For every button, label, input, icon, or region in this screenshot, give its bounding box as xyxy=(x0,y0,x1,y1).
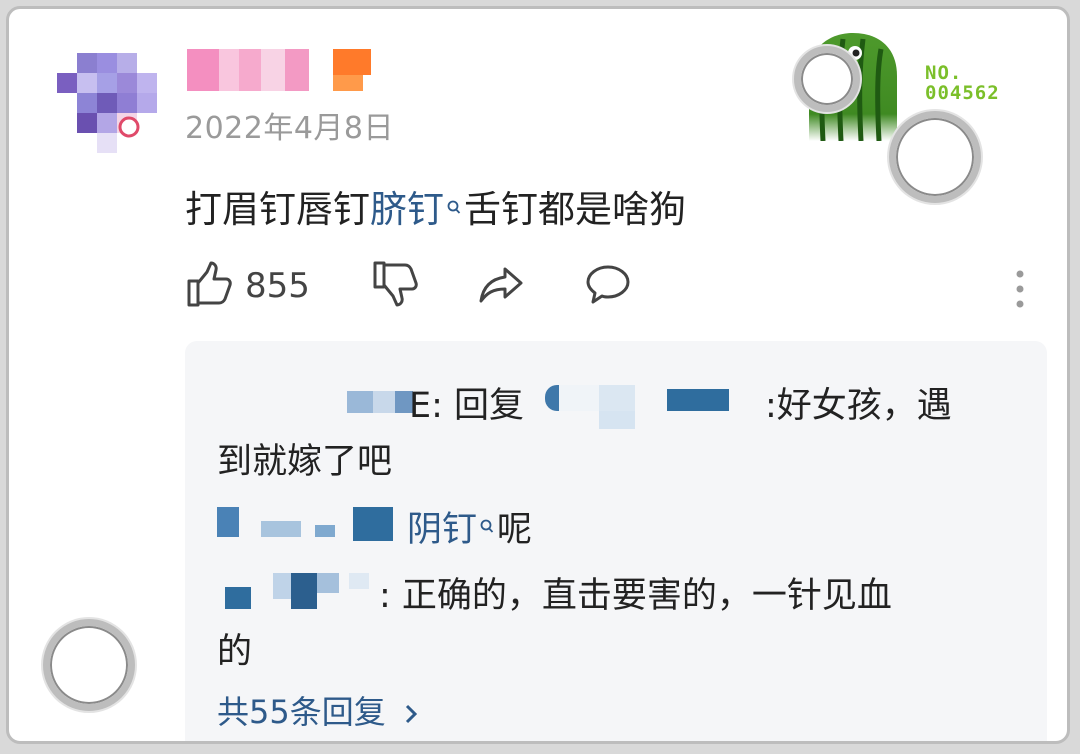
reply3-content-line2: 的 xyxy=(217,632,253,672)
like-count: 855 xyxy=(245,266,310,306)
reply1-header: E: 回复 xyxy=(409,377,524,428)
reply2-content: 阴钉呢 xyxy=(407,501,532,552)
reply1-target-redacted[interactable] xyxy=(545,377,741,433)
thumbs-up-icon xyxy=(185,259,233,313)
view-all-replies-link[interactable]: 共55条回复 xyxy=(217,687,420,733)
search-mark-icon[interactable] xyxy=(479,505,495,545)
thumbs-down-icon xyxy=(371,259,419,313)
action-bar: 855 xyxy=(185,259,1065,319)
comment-text-after: 舌钉都是啥狗 xyxy=(464,188,686,231)
dislike-button[interactable] xyxy=(371,259,419,313)
reply3-content-line1: : 正确的，直击要害的，一针见血 xyxy=(379,576,892,616)
ring-decoration xyxy=(794,46,860,112)
reply3-username-redacted[interactable] xyxy=(225,567,375,611)
comment-date: 2022年4月8日 xyxy=(185,111,395,146)
replies-preview[interactable]: E: 回复 :好女孩，遇 到就嫁了吧 阴钉呢 : 正确的，直击要害的，一针见血 … xyxy=(185,341,1047,741)
badge-number-label: NO. xyxy=(925,62,963,84)
username-redacted[interactable] xyxy=(187,49,397,91)
more-vertical-icon xyxy=(1013,267,1027,315)
reply2-tail: 呢 xyxy=(497,510,533,550)
share-icon xyxy=(477,259,527,313)
keyword-link[interactable]: 脐钉 xyxy=(370,188,444,231)
more-options-button[interactable] xyxy=(1013,267,1027,315)
avatar[interactable] xyxy=(57,53,157,153)
badge-number: NO. 004562 xyxy=(925,63,1000,103)
comment-card: 2022年4月8日 打眉钉唇钉脐钉 舌钉都是啥狗 855 NO. 004562 … xyxy=(6,6,1070,744)
reply1-reply-word: : 回复 xyxy=(431,386,525,426)
reply2-username-redacted[interactable] xyxy=(217,501,397,549)
reply-button[interactable] xyxy=(583,259,633,313)
comment-text-before: 打眉钉唇钉 xyxy=(185,188,370,231)
reply1-content-line2: 到就嫁了吧 xyxy=(217,442,393,482)
reply1-content-line1: :好女孩，遇 xyxy=(765,386,952,426)
ring-decoration xyxy=(889,111,981,203)
ring-decoration xyxy=(43,619,135,711)
badge-number-value: 004562 xyxy=(925,82,1000,104)
search-mark-icon[interactable] xyxy=(446,183,462,226)
like-button[interactable]: 855 xyxy=(185,259,310,313)
share-button[interactable] xyxy=(477,259,527,313)
comment-text: 打眉钉唇钉脐钉 舌钉都是啥狗 xyxy=(185,179,686,233)
chevron-right-icon xyxy=(396,693,420,731)
reply1-username-redacted[interactable] xyxy=(347,387,413,413)
view-all-replies-label: 共55条回复 xyxy=(217,693,386,731)
reply1-name-tail: E xyxy=(409,386,432,426)
reply2-keyword-link[interactable]: 阴钉 xyxy=(407,510,477,550)
comment-icon xyxy=(583,259,633,313)
